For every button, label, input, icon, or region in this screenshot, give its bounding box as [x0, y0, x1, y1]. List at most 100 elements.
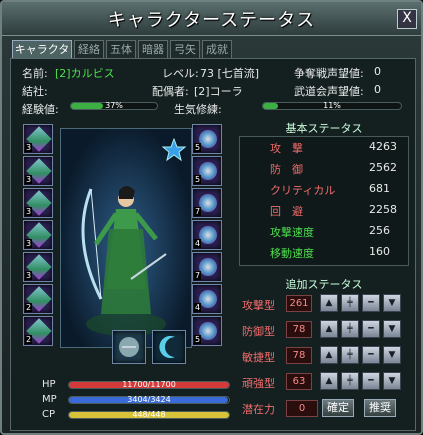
slot-count: 4: [194, 239, 202, 248]
war-fame-label: 争奪戦声望値:: [294, 67, 364, 80]
equip-slot-left-7[interactable]: 2: [23, 316, 53, 346]
name-value: [2]カルビス: [55, 67, 115, 80]
extra-stat-value: 63: [286, 373, 312, 390]
exp-label: 経験値:: [22, 103, 59, 116]
extra-stat-row: 敏捷型 78 ▲ ╪ ━ ▼: [242, 346, 412, 366]
equip-slot-left-5[interactable]: 3: [23, 252, 53, 282]
equip-slot-right-3[interactable]: 7: [192, 188, 222, 218]
resource-value: 11700/11700: [122, 380, 176, 389]
extra-stat-name: 敏捷型: [242, 351, 275, 364]
basic-stat-value: 681: [369, 182, 390, 195]
equip-slot-right-6[interactable]: 4: [192, 284, 222, 314]
equip-slot-right-7[interactable]: 5: [192, 316, 222, 346]
window-title: キャラクターステータス: [107, 10, 316, 31]
equip-slot-left-3[interactable]: 3: [23, 188, 53, 218]
slot-count: 4: [194, 303, 202, 312]
basic-stat-value: 2258: [369, 203, 397, 216]
title-bar[interactable]: キャラクターステータス X: [2, 2, 421, 36]
sash-icon: [199, 290, 217, 308]
increase-max-button[interactable]: ▲: [320, 346, 338, 364]
increase-max-button[interactable]: ▲: [320, 372, 338, 390]
basic-stat-name: 回 避: [270, 205, 303, 218]
basic-stats-header: 基本ステータス: [285, 122, 363, 135]
increase-button[interactable]: ╪: [341, 294, 359, 312]
exp-bar: 37%: [70, 101, 158, 110]
close-button[interactable]: X: [397, 9, 417, 29]
resource-label: CP: [42, 409, 56, 420]
resource-value: 3404/3424: [127, 395, 171, 404]
decrease-max-button[interactable]: ▼: [383, 372, 401, 390]
extra-stat-name: 頑強型: [242, 377, 275, 390]
tab-body[interactable]: 五体: [106, 40, 136, 58]
tab-meridian[interactable]: 経絡: [74, 40, 104, 58]
slot-count: 3: [25, 239, 33, 248]
spouse-label: 配偶者:: [152, 85, 189, 98]
equip-slot-right-4[interactable]: 4: [192, 220, 222, 250]
equip-slot-left-4[interactable]: 3: [23, 220, 53, 250]
exp-percent: 37%: [105, 101, 123, 110]
equip-slot-left-2[interactable]: 3: [23, 156, 53, 186]
tab-achievement[interactable]: 成就: [202, 40, 232, 58]
slot-count: 5: [194, 335, 202, 344]
extra-stat-value: 78: [286, 347, 312, 364]
extra-stat-row: 攻撃型 261 ▲ ╪ ━ ▼: [242, 294, 412, 314]
basic-stat-value: 2562: [369, 161, 397, 174]
slot-count: 3: [25, 207, 33, 216]
resource-label: MP: [42, 394, 57, 405]
basic-stat-value: 256: [369, 224, 390, 237]
equip-slot-right-1[interactable]: 5: [192, 124, 222, 154]
basic-stat-name: 移動速度: [270, 247, 314, 260]
equip-slot-left-1[interactable]: 3: [23, 124, 53, 154]
equip-slot-right-2[interactable]: 5: [192, 156, 222, 186]
decrease-button[interactable]: ━: [362, 372, 380, 390]
extra-stat-row: 防御型 78 ▲ ╪ ━ ▼: [242, 320, 412, 340]
tournament-fame-label: 武道会声望値:: [294, 85, 364, 98]
slot-count: 7: [194, 271, 202, 280]
decrease-max-button[interactable]: ▼: [383, 346, 401, 364]
name-label: 名前:: [22, 67, 48, 80]
increase-button[interactable]: ╪: [341, 372, 359, 390]
slot-count: 5: [194, 175, 202, 184]
bracelet-icon: [199, 226, 217, 244]
increase-max-button[interactable]: ▲: [320, 320, 338, 338]
extra-stat-value: 78: [286, 321, 312, 338]
recommend-button[interactable]: 推奨: [364, 399, 396, 417]
crescent-icon: [159, 336, 175, 358]
slot-count: 2: [25, 303, 33, 312]
slot-count: 3: [25, 271, 33, 280]
increase-button[interactable]: ╪: [341, 346, 359, 364]
equip-slot-right-5[interactable]: 7: [192, 252, 222, 282]
resource-value: 448/448: [132, 410, 166, 419]
armor-icon: [119, 337, 139, 357]
level-value: 73 [七首流]: [200, 67, 260, 80]
resource-bar: 11700/11700: [68, 380, 230, 389]
increase-max-button[interactable]: ▲: [320, 294, 338, 312]
extra-stat-name: 防御型: [242, 325, 275, 338]
necklace-icon: [199, 258, 217, 276]
gloves-icon: [199, 162, 217, 180]
equip-slot-bottom-2[interactable]: [152, 330, 186, 364]
decrease-button[interactable]: ━: [362, 346, 380, 364]
guild-label: 結社:: [22, 85, 48, 98]
equip-slot-left-6[interactable]: 2: [23, 284, 53, 314]
star-icon: [162, 138, 186, 162]
decrease-max-button[interactable]: ▼: [383, 320, 401, 338]
decrease-button[interactable]: ━: [362, 294, 380, 312]
tab-character[interactable]: キャラクター: [12, 40, 72, 73]
spouse-value: [2]コーラ: [194, 85, 243, 98]
resource-label: HP: [42, 379, 56, 390]
extra-stat-row: 頑強型 63 ▲ ╪ ━ ▼: [242, 372, 412, 392]
life-training-percent: 11%: [323, 101, 341, 110]
life-training-label: 生気修練:: [174, 103, 222, 116]
slot-count: 2: [25, 335, 33, 344]
confirm-button[interactable]: 確定: [322, 399, 354, 417]
decrease-button[interactable]: ━: [362, 320, 380, 338]
decrease-max-button[interactable]: ▼: [383, 294, 401, 312]
basic-stat-value: 4263: [369, 140, 397, 153]
increase-button[interactable]: ╪: [341, 320, 359, 338]
tab-hidden-weapon[interactable]: 暗器: [138, 40, 168, 58]
tab-bow-arrow[interactable]: 弓矢: [170, 40, 200, 58]
extra-stat-value: 261: [286, 295, 312, 312]
equip-slot-bottom-1[interactable]: [112, 330, 146, 364]
potential-label: 潜在力: [242, 403, 275, 416]
